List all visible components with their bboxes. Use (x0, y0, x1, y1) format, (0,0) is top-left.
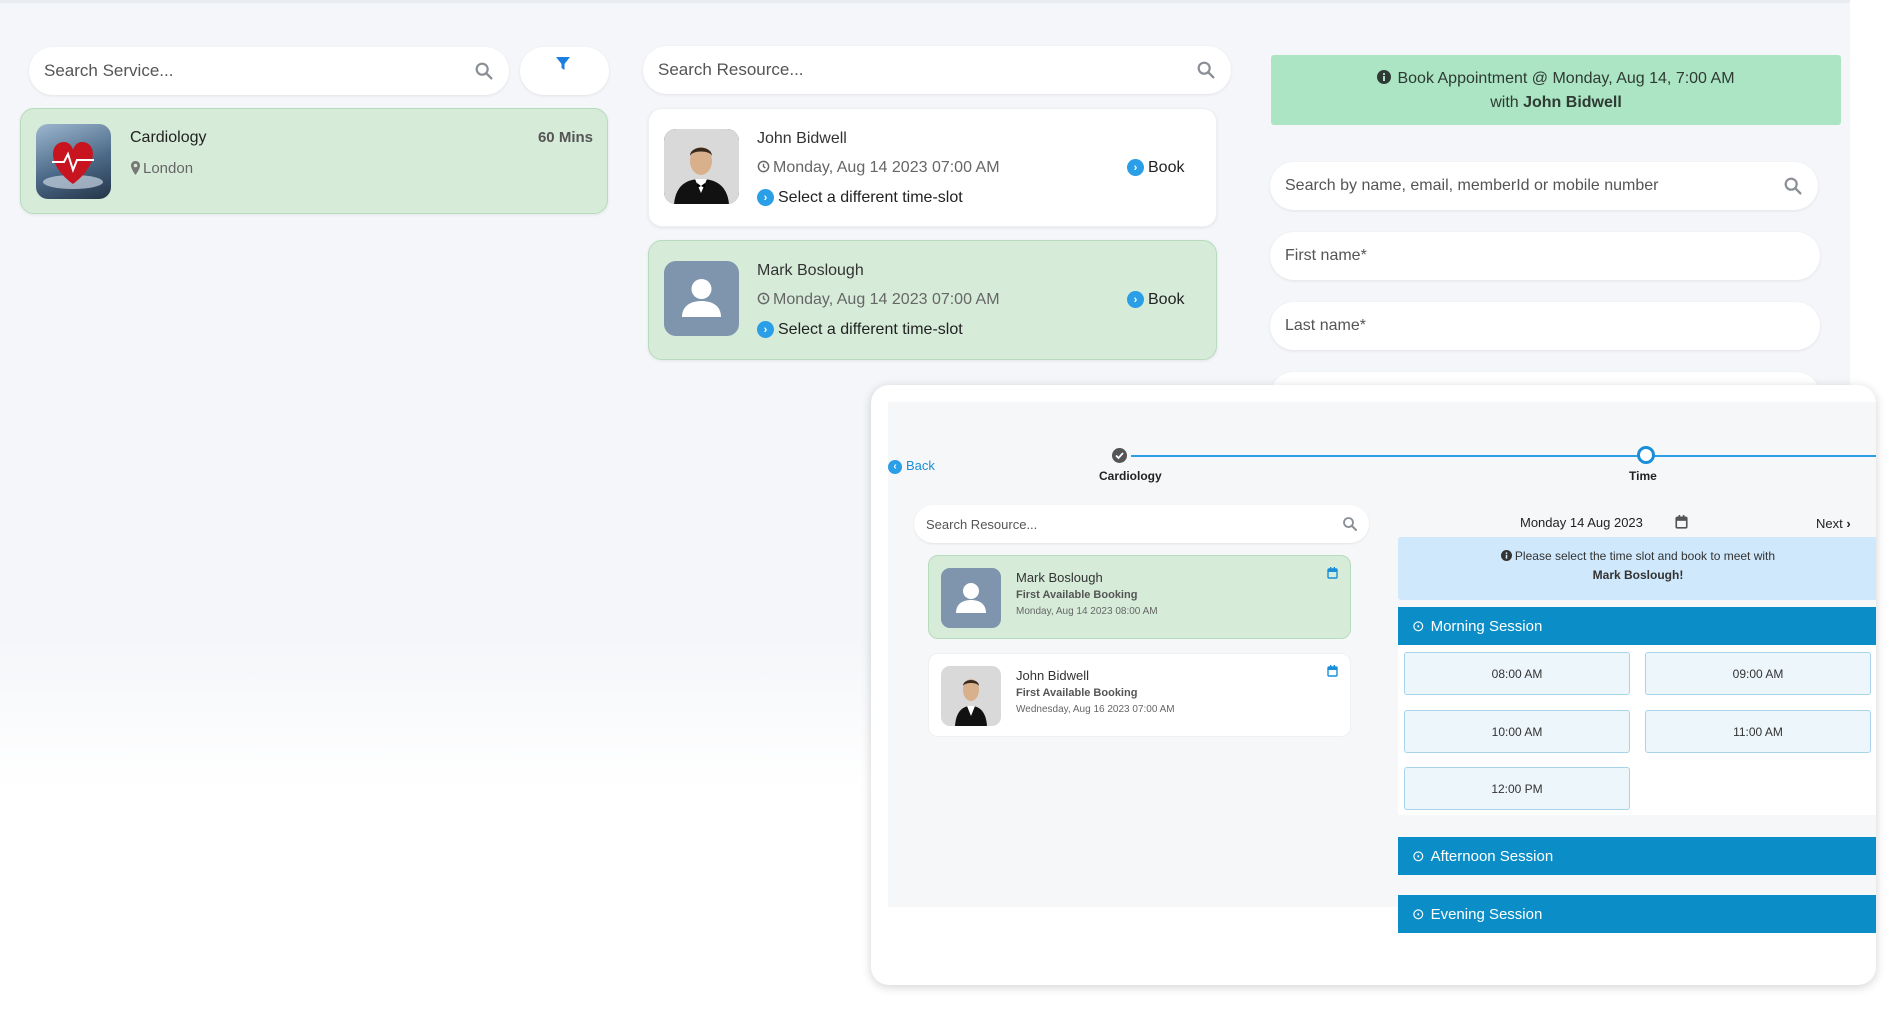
morning-session-header[interactable]: ⊙ Morning Session (1398, 607, 1876, 645)
location-pin-icon (131, 161, 140, 175)
filter-icon (556, 57, 570, 70)
search-icon[interactable] (1782, 175, 1804, 197)
first-name-field[interactable]: First name* (1270, 232, 1820, 280)
banner-resource-name: John Bidwell (1523, 94, 1622, 111)
selected-date: Monday 14 Aug 2023 (1520, 515, 1643, 530)
chevron-right-icon: › (1127, 291, 1144, 309)
progress-line (1131, 455, 1876, 457)
chevron-right-icon: › (1846, 516, 1851, 531)
resource-name: John Bidwell (1016, 668, 1089, 683)
time-slot-button[interactable]: 10:00 AM (1404, 710, 1630, 753)
calendar-icon[interactable] (1675, 515, 1688, 529)
resource-datetime: Monday, Aug 14 2023 07:00 AM (757, 159, 1000, 177)
booking-wizard-popup: ‹ Back Cardiology Time Search Resource...… (871, 385, 1876, 985)
resource-card-john-bidwell[interactable]: John Bidwell Monday, Aug 14 2023 07:00 A… (648, 108, 1217, 227)
info-icon (1377, 70, 1392, 84)
select-different-time-slot-link[interactable]: › Select a different time-slot (757, 321, 963, 339)
popup-resource-search-input[interactable]: Search Resource... (914, 517, 1341, 532)
select-different-time-slot-link[interactable]: › Select a different time-slot (757, 189, 963, 207)
book-button[interactable]: › Book (1127, 159, 1184, 177)
chevron-left-icon: ‹ (888, 459, 902, 474)
banner-text: Book Appointment @ Monday, Aug 14, 7:00 … (1397, 70, 1735, 87)
info-message: Please select the time slot and book to … (1398, 537, 1876, 600)
resource-search-input[interactable]: Search Resource... (643, 60, 1195, 80)
resource-name: Mark Boslough (757, 262, 864, 279)
chevron-right-icon: › (1127, 159, 1144, 177)
popup-resource-card-john-bidwell[interactable]: John Bidwell First Available Booking Wed… (928, 653, 1351, 737)
member-search-field[interactable]: Search by name, email, memberId or mobil… (1270, 162, 1818, 210)
calendar-icon[interactable] (1327, 567, 1338, 579)
resource-subtitle: First Available Booking (1016, 687, 1138, 699)
resource-datetime: Monday, Aug 14 2023 08:00 AM (1016, 606, 1158, 617)
popup-resource-search-field[interactable]: Search Resource... (914, 505, 1369, 543)
service-card-cardiology[interactable]: Cardiology 60 Mins London (20, 108, 608, 214)
service-search-field[interactable]: Search Service... (29, 47, 509, 95)
info-icon (1500, 550, 1512, 561)
next-day-button[interactable]: Next › (1816, 516, 1851, 531)
popup-resource-card-mark-boslough[interactable]: Mark Boslough First Available Booking Mo… (928, 555, 1351, 639)
evening-session-header[interactable]: ⊙ Evening Session (1398, 895, 1876, 933)
last-name-input[interactable]: Last name* (1270, 317, 1820, 335)
service-search-input[interactable]: Search Service... (29, 61, 473, 81)
resource-name: John Bidwell (757, 130, 847, 147)
step-label-time: Time (1629, 469, 1657, 483)
resource-datetime: Wednesday, Aug 16 2023 07:00 AM (1016, 704, 1175, 715)
banner-with: with (1490, 94, 1519, 111)
resource-subtitle: First Available Booking (1016, 589, 1138, 601)
time-slot-button[interactable]: 11:00 AM (1645, 710, 1871, 753)
resource-datetime: Monday, Aug 14 2023 07:00 AM (757, 291, 1000, 309)
calendar-icon[interactable] (1327, 665, 1338, 677)
step-label-cardiology: Cardiology (1099, 469, 1162, 483)
clock-icon: ⊙ (1412, 618, 1425, 635)
step-current-icon (1637, 446, 1655, 464)
clock-icon (757, 292, 770, 305)
member-search-input[interactable]: Search by name, email, memberId or mobil… (1270, 177, 1782, 195)
step-done-icon (1112, 448, 1127, 463)
service-name: Cardiology (130, 129, 207, 146)
resource-photo (664, 129, 739, 204)
chevron-right-icon: › (757, 321, 774, 339)
service-image (36, 124, 111, 199)
service-location: London (143, 160, 194, 177)
back-link[interactable]: ‹ Back (888, 458, 935, 474)
search-icon[interactable] (473, 60, 495, 82)
resource-search-field[interactable]: Search Resource... (643, 46, 1231, 94)
appointment-banner: Book Appointment @ Monday, Aug 14, 7:00 … (1271, 55, 1841, 125)
book-button[interactable]: › Book (1127, 291, 1184, 309)
first-name-input[interactable]: First name* (1270, 247, 1820, 265)
resource-name: Mark Boslough (1016, 570, 1103, 585)
time-slot-button[interactable]: 09:00 AM (1645, 652, 1871, 695)
time-slot-button[interactable]: 08:00 AM (1404, 652, 1630, 695)
chevron-right-icon: › (757, 189, 774, 207)
default-avatar (941, 568, 1001, 628)
filter-button[interactable] (520, 47, 609, 95)
afternoon-session-header[interactable]: ⊙ Afternoon Session (1398, 837, 1876, 875)
search-icon[interactable] (1341, 515, 1359, 533)
default-avatar (664, 261, 739, 336)
clock-icon (757, 160, 770, 173)
resource-card-mark-boslough[interactable]: Mark Boslough Monday, Aug 14 2023 07:00 … (648, 240, 1217, 360)
last-name-field[interactable]: Last name* (1270, 302, 1820, 350)
search-icon[interactable] (1195, 59, 1217, 81)
service-duration: 60 Mins (537, 129, 593, 146)
time-slot-button[interactable]: 12:00 PM (1404, 767, 1630, 810)
wizard-body: ‹ Back Cardiology Time Search Resource...… (888, 402, 1876, 933)
clock-icon: ⊙ (1412, 848, 1425, 865)
resource-photo (941, 666, 1001, 726)
clock-icon: ⊙ (1412, 906, 1425, 923)
info-resource-name: Mark Boslough! (1592, 568, 1684, 582)
